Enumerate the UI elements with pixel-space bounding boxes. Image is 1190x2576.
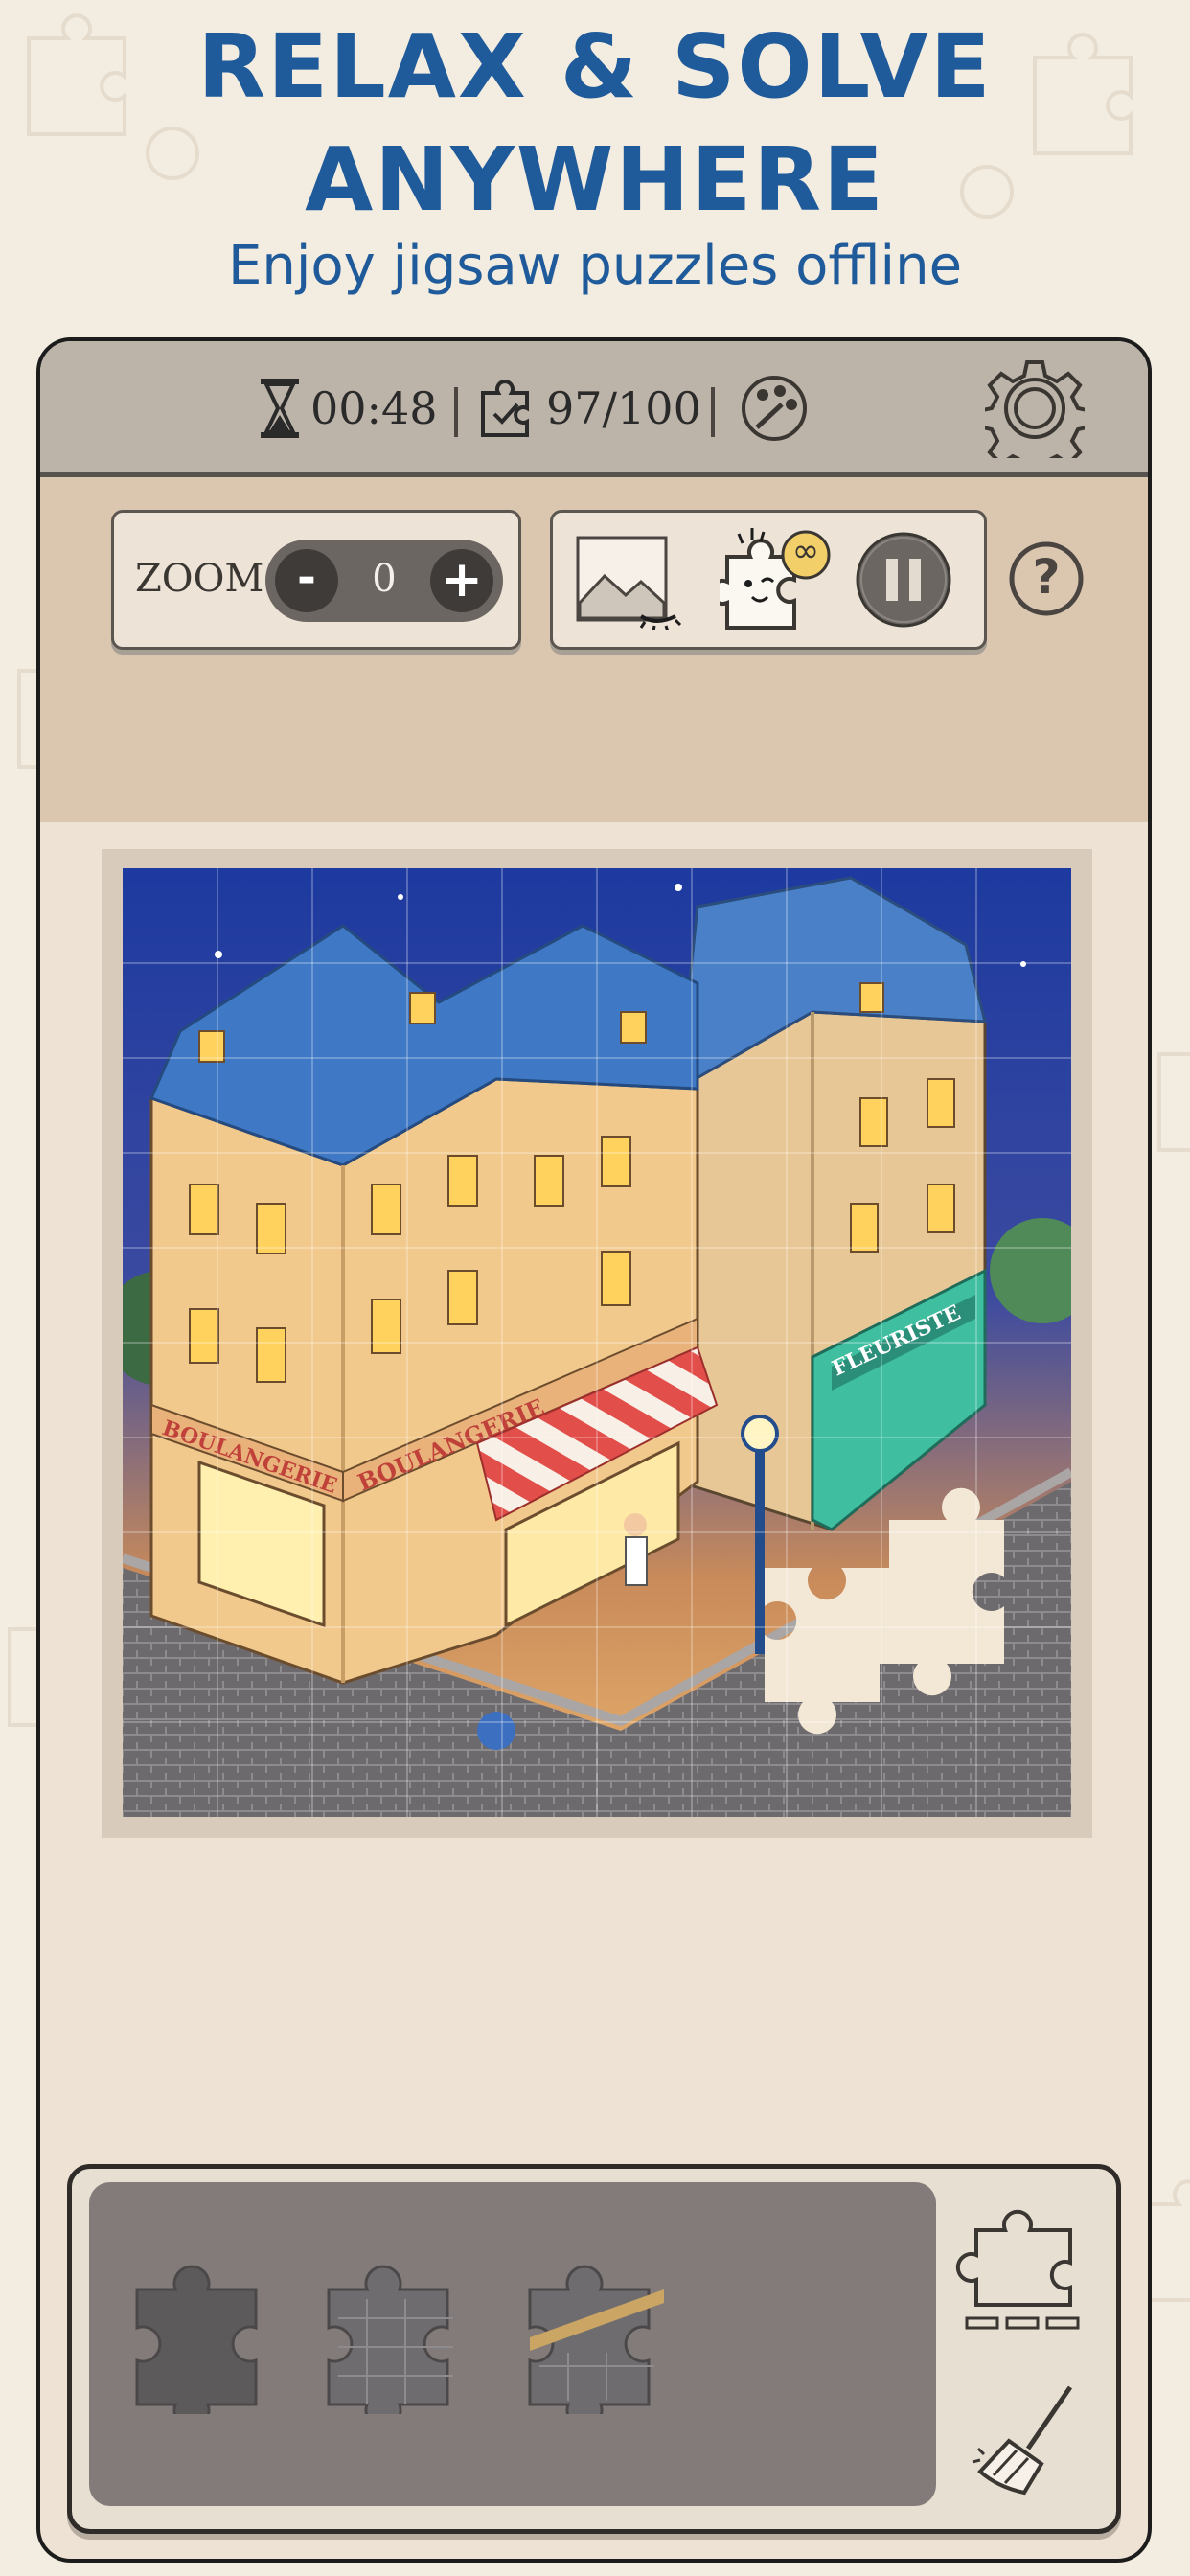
tray-piece[interactable] [319, 2261, 482, 2414]
broom-icon [972, 2385, 1073, 2496]
piece-tray-scroll[interactable] [89, 2182, 936, 2506]
divider [454, 387, 458, 437]
promo-title-line-1: RELAX & SOLVE [197, 15, 993, 118]
tray-piece[interactable] [127, 2261, 290, 2414]
divider [711, 387, 715, 437]
toolbar-area: ZOOM: - 0 + ∞ ? [40, 477, 1148, 824]
promo-title-line-2: ANYWHERE [305, 128, 885, 231]
palette-icon [742, 376, 807, 441]
status-bar: 00:48 97/100 [40, 341, 1148, 477]
zoom-value: 0 [372, 557, 397, 601]
piece-tray [67, 2164, 1121, 2534]
hint-badge: ∞ [791, 532, 820, 570]
zoom-panel: ZOOM: - 0 + [111, 510, 521, 650]
zoom-out-button[interactable]: - [275, 549, 338, 612]
tools-panel: ∞ [550, 510, 987, 650]
help-button[interactable]: ? [1008, 540, 1085, 617]
puzzle-image[interactable]: FLEURISTE BOULANGERIE BOULANGERIE [123, 868, 1071, 1817]
puzzle-frame: FLEURISTE BOULANGERIE BOULANGERIE [102, 849, 1092, 1838]
piece-counter-text: 97/100 [546, 382, 701, 434]
zoom-control: - 0 + [265, 540, 503, 622]
zoom-label: ZOOM: [135, 557, 277, 601]
timer: 00:48 [259, 370, 438, 447]
hint-button[interactable]: ∞ [709, 526, 838, 639]
puzzle-check-icon [481, 380, 529, 437]
pause-icon[interactable] [854, 530, 953, 630]
sort-pieces-button[interactable] [955, 2192, 1099, 2335]
zoom-in-button[interactable]: + [430, 549, 493, 612]
settings-gear-icon [985, 360, 1085, 458]
help-label: ? [1032, 549, 1061, 605]
timer-text: 00:48 [310, 382, 438, 434]
promo-subtitle: Enjoy jigsaw puzzles offline [227, 235, 963, 297]
tray-piece[interactable] [520, 2261, 683, 2414]
hourglass-icon [261, 379, 299, 438]
preview-image-icon[interactable] [574, 534, 693, 630]
clear-pieces-button[interactable] [971, 2381, 1086, 2496]
settings-button[interactable] [985, 360, 1085, 458]
game-screen: 00:48 97/100 ZOOM: - 0 + ∞ ? FLEURISTE B… [36, 337, 1152, 2563]
piece-counter: 97/100 [477, 370, 701, 447]
piece-sort-icon [955, 2209, 1080, 2330]
palette-button[interactable] [738, 370, 811, 447]
